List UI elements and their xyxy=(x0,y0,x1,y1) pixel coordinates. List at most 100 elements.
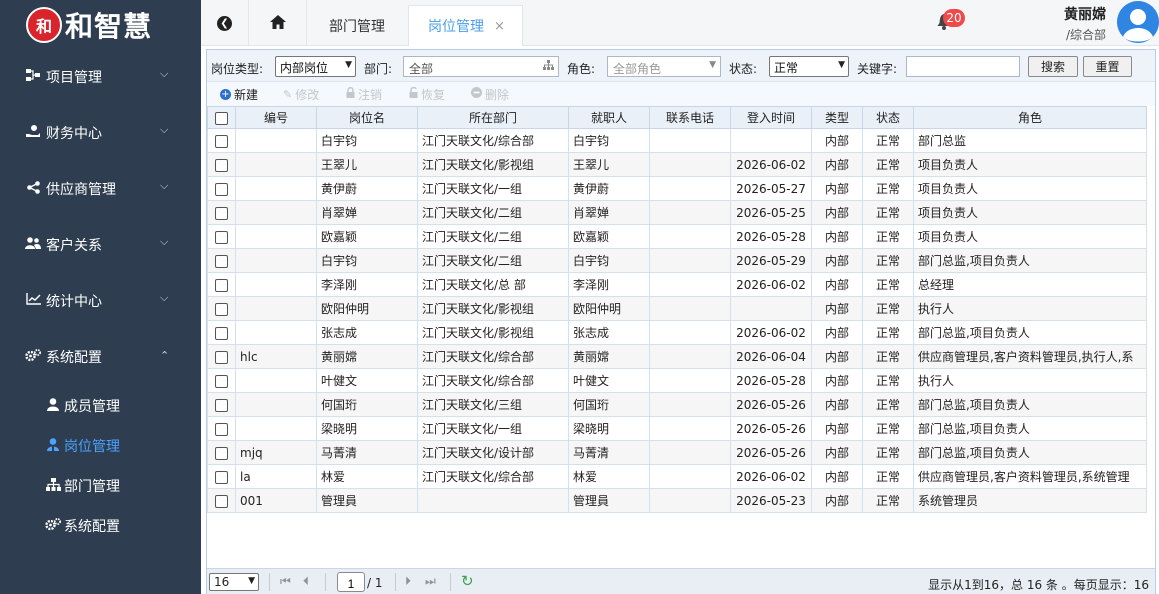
row-checkbox-cell[interactable] xyxy=(207,368,236,393)
sidebar-subitem-system-config[interactable]: 系统配置 xyxy=(0,506,201,546)
row-checkbox-cell[interactable] xyxy=(207,272,236,297)
status-select[interactable]: 正常 ▼ xyxy=(769,56,849,77)
cell-role: 部门总监,项目负责人 xyxy=(913,320,1147,345)
row-checkbox-cell[interactable] xyxy=(207,488,236,513)
row-checkbox-cell[interactable] xyxy=(207,392,236,417)
row-checkbox[interactable] xyxy=(215,350,228,364)
restore-button[interactable]: 恢复 xyxy=(409,85,445,103)
type-select[interactable]: 内部岗位 ▼ xyxy=(275,56,356,77)
first-page-icon[interactable]: ⏮ xyxy=(280,574,291,589)
row-checkbox[interactable] xyxy=(215,326,228,340)
row-checkbox-cell[interactable] xyxy=(207,416,236,441)
table-row[interactable]: 白宇钧 江门天联文化/二组 白宇钧 2026-05-29 内部 正常 部门总监,项目负责人 xyxy=(207,248,1147,273)
row-checkbox[interactable] xyxy=(215,230,228,244)
row-checkbox-cell[interactable] xyxy=(207,440,236,465)
table-row[interactable]: la 林爱 江门天联文化/综合部 林爱 2026-06-02 内部 正常 供应商管理员,客户资… xyxy=(207,464,1147,489)
search-button[interactable]: 搜索 xyxy=(1028,56,1078,77)
row-checkbox[interactable] xyxy=(215,278,228,292)
row-checkbox-cell[interactable] xyxy=(207,344,236,369)
cell-code xyxy=(235,200,317,225)
row-checkbox-cell[interactable] xyxy=(207,176,236,201)
page-number-input[interactable] xyxy=(337,572,365,592)
col-header-code[interactable]: 编号 xyxy=(235,106,317,129)
home-button[interactable] xyxy=(249,0,307,46)
checkbox[interactable] xyxy=(215,111,228,125)
row-checkbox[interactable] xyxy=(215,254,228,268)
col-header-person[interactable]: 就职人 xyxy=(568,106,650,129)
table-row[interactable]: mjq 马菁清 江门天联文化/设计部 马菁清 2026-05-26 内部 正常 部门总监,项目… xyxy=(207,440,1147,465)
table-row[interactable]: 李泽刚 江门天联文化/总 部李泽刚 2026-06-02 内部 正常 总经理 xyxy=(207,272,1147,297)
sidebar-subitem-members[interactable]: 成员管理 xyxy=(0,386,201,426)
table-row[interactable]: 欧阳仲明 江门天联文化/影视组 欧阳仲明 内部 正常 执行人 xyxy=(207,296,1147,321)
row-checkbox-cell[interactable] xyxy=(207,296,236,321)
row-checkbox[interactable] xyxy=(215,134,228,148)
brand-name: 和智慧 xyxy=(65,10,153,43)
table-row[interactable]: 王翠儿 江门天联文化/影视组 王翠儿 2026-06-02 内部 正常 项目负责人 xyxy=(207,152,1147,177)
next-page-icon[interactable]: ⏵ xyxy=(405,574,411,589)
close-icon[interactable]: × xyxy=(494,19,505,34)
cancel-post-button[interactable]: 注销 xyxy=(346,85,382,103)
row-checkbox[interactable] xyxy=(215,374,228,388)
row-checkbox[interactable] xyxy=(215,398,228,412)
tab-positions[interactable]: 岗位管理 × xyxy=(408,5,523,46)
prev-page-icon[interactable]: ⏴ xyxy=(303,574,309,589)
sidebar-item-customer[interactable]: 客户关系 ⌵ xyxy=(0,217,201,273)
row-checkbox[interactable] xyxy=(215,422,228,436)
row-checkbox[interactable] xyxy=(215,446,228,460)
back-button[interactable]: ❮ xyxy=(201,0,249,46)
sidebar-item-supplier[interactable]: 供应商管理 ⌵ xyxy=(0,161,201,217)
page-size-select[interactable]: 16 ▼ xyxy=(209,573,259,591)
restore-label: 恢复 xyxy=(421,87,446,102)
table-row[interactable]: 欧嘉颖 江门天联文化/二组 欧嘉颖 2026-05-28 内部 正常 项目负责人 xyxy=(207,224,1147,249)
row-checkbox[interactable] xyxy=(215,206,228,220)
row-checkbox[interactable] xyxy=(215,494,228,508)
col-header-role[interactable]: 角色 xyxy=(913,106,1147,129)
row-checkbox-cell[interactable] xyxy=(207,224,236,249)
user-name[interactable]: 黄丽嫦 xyxy=(1064,4,1106,24)
reset-button[interactable]: 重置 xyxy=(1083,56,1132,77)
row-checkbox-cell[interactable] xyxy=(207,464,236,489)
sidebar-subitem-departments[interactable]: 部门管理 xyxy=(0,466,201,506)
table-row[interactable]: 何国珩 江门天联文化/三组 何国珩 2026-05-26 内部 正常 部门总监,项目负责人 xyxy=(207,392,1147,417)
col-header-department[interactable]: 所在部门 xyxy=(417,106,569,129)
sidebar-item-system[interactable]: 系统配置 ⌃ xyxy=(0,329,201,385)
row-checkbox-cell[interactable] xyxy=(207,200,236,225)
col-header-position-name[interactable]: 岗位名 xyxy=(316,106,418,129)
table-row[interactable]: hlc 黄丽嫦 江门天联文化/综合部 黄丽嫦 2026-06-04 内部 正常 供应商管理员,… xyxy=(207,344,1147,369)
keyword-input[interactable] xyxy=(906,56,1020,77)
row-checkbox[interactable] xyxy=(215,182,228,196)
row-checkbox-cell[interactable] xyxy=(207,248,236,273)
dept-picker[interactable]: 全部 xyxy=(403,56,559,77)
table-row[interactable]: 白宇钧 江门天联文化/综合部 白宇钧 内部 正常 部门总监 xyxy=(207,128,1147,153)
col-header-phone[interactable]: 联系电话 xyxy=(649,106,731,129)
table-row[interactable]: 张志成 江门天联文化/影视组 张志成 2026-06-02 内部 正常 部门总监,项目负责人 xyxy=(207,320,1147,345)
table-row[interactable]: 肖翠婵 江门天联文化/二组 肖翠婵 2026-05-25 内部 正常 项目负责人 xyxy=(207,200,1147,225)
avatar[interactable] xyxy=(1117,1,1159,43)
edit-button[interactable]: ✎ 修改 xyxy=(283,85,319,103)
sidebar-item-project[interactable]: 项目管理 ⌵ xyxy=(0,49,201,105)
row-checkbox[interactable] xyxy=(215,302,228,316)
col-header-type[interactable]: 类型 xyxy=(811,106,863,129)
sidebar-subitem-positions[interactable]: 岗位管理 xyxy=(0,426,201,466)
last-page-icon[interactable]: ⏭ xyxy=(425,574,436,589)
col-header-status[interactable]: 状态 xyxy=(862,106,914,129)
sidebar-item-statistics[interactable]: 统计中心 ⌵ xyxy=(0,273,201,329)
tab-departments[interactable]: 部门管理 xyxy=(307,5,407,46)
table-row[interactable]: 叶健文 江门天联文化/综合部 叶健文 2026-05-28 内部 正常 执行人 xyxy=(207,368,1147,393)
row-checkbox-cell[interactable] xyxy=(207,320,236,345)
new-button[interactable]: + 新建 xyxy=(220,85,258,103)
role-select[interactable]: 全部角色 ▼ xyxy=(607,56,721,77)
select-all-checkbox[interactable] xyxy=(207,106,236,129)
row-checkbox[interactable] xyxy=(215,158,228,172)
lock-icon xyxy=(346,87,355,101)
table-row[interactable]: 梁晓明 江门天联文化/一组 梁晓明 2026-05-26 内部 正常 部门总监,项目负责人 xyxy=(207,416,1147,441)
table-row[interactable]: 黄伊蔚 江门天联文化/一组 黄伊蔚 2026-05-27 内部 正常 项目负责人 xyxy=(207,176,1147,201)
sidebar-item-finance[interactable]: 财务中心 ⌵ xyxy=(0,105,201,161)
col-header-login-time[interactable]: 登入时间 xyxy=(730,106,812,129)
row-checkbox-cell[interactable] xyxy=(207,152,236,177)
table-row[interactable]: 001 管理員 管理員 2026-05-23 内部 正常 系统管理员 xyxy=(207,488,1147,513)
row-checkbox[interactable] xyxy=(215,470,228,484)
delete-button[interactable]: 删除 xyxy=(471,85,509,103)
refresh-icon[interactable]: ↻ xyxy=(461,572,474,590)
row-checkbox-cell[interactable] xyxy=(207,128,236,153)
